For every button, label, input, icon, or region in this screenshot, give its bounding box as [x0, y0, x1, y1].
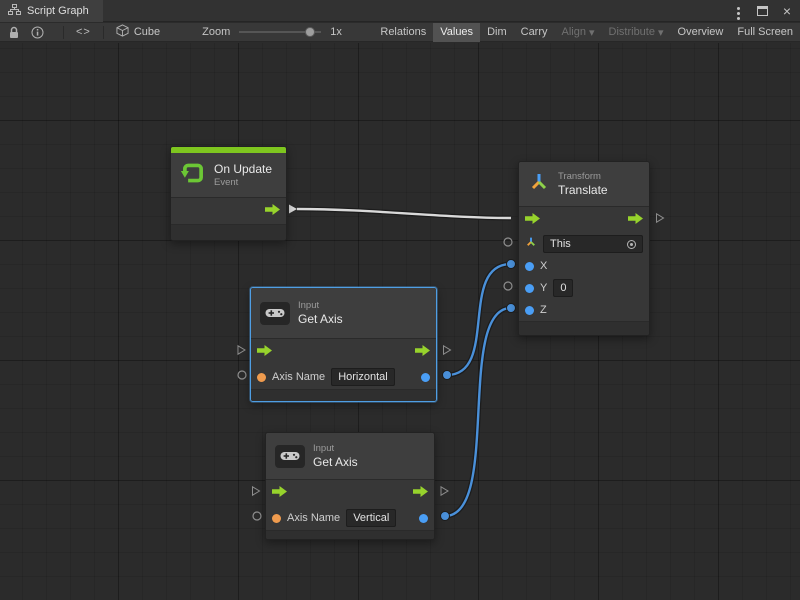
graph-target-button[interactable]: Cube — [116, 24, 160, 40]
axis-name-label: Axis Name — [287, 512, 340, 524]
this-port-marker[interactable] — [504, 238, 512, 246]
node-category: Input — [313, 443, 358, 454]
relations-button[interactable]: Relations — [373, 23, 433, 42]
unity-script-graph-window: Script Graph × <> Cube Zoom 1x — [0, 0, 800, 600]
graph-canvas[interactable]: On Update Event — [0, 43, 800, 600]
x-port-label: X — [540, 260, 547, 272]
node-footer — [519, 321, 649, 335]
transform-axes-icon — [528, 171, 550, 198]
node-title: Get Axis — [298, 312, 343, 326]
wire-endpoint[interactable] — [443, 371, 452, 380]
maximize-icon[interactable] — [757, 6, 768, 16]
axis-name-label: Axis Name — [272, 371, 325, 383]
y-input-port[interactable] — [525, 284, 534, 293]
flow-input-port[interactable] — [272, 484, 287, 502]
node-on-update[interactable]: On Update Event — [170, 146, 287, 241]
zoom-slider[interactable] — [239, 26, 321, 38]
node-header[interactable]: Input Get Axis — [266, 433, 434, 479]
flow-input-port[interactable] — [257, 343, 272, 361]
node-category: Input — [298, 300, 343, 311]
close-icon[interactable]: × — [783, 4, 791, 18]
axis-name-field[interactable]: Vertical — [346, 509, 396, 527]
flow-output-marker-onupdate[interactable] — [289, 205, 297, 214]
chevron-down-icon: ▾ — [658, 26, 664, 39]
dim-button[interactable]: Dim — [480, 23, 514, 42]
flow-input-port[interactable] — [525, 211, 540, 229]
node-header[interactable]: Input Get Axis — [251, 288, 436, 338]
zoom-slider-handle[interactable] — [305, 27, 315, 37]
flow-output-port[interactable] — [415, 343, 430, 361]
script-graph-icon — [8, 4, 21, 18]
flow-output-marker-getaxis-v[interactable] — [441, 487, 448, 495]
axisname-port-marker-h[interactable] — [238, 371, 246, 379]
zoom-label: Zoom — [202, 26, 230, 38]
toolbar-separator — [63, 26, 64, 39]
value-wire-horizontal-to-x[interactable] — [447, 264, 511, 375]
axis-value-output-port[interactable] — [421, 373, 430, 382]
transform-axes-icon — [525, 235, 537, 253]
target-object-name: Cube — [134, 26, 160, 38]
this-object-field[interactable]: This — [543, 235, 643, 253]
code-icon[interactable]: <> — [76, 26, 91, 38]
carry-button[interactable]: Carry — [514, 23, 555, 42]
z-input-port[interactable] — [525, 306, 534, 315]
toolbar-separator — [103, 26, 104, 39]
flow-output-port[interactable] — [413, 484, 428, 502]
titlebar: Script Graph × — [0, 0, 800, 22]
node-get-axis-horizontal[interactable]: Input Get Axis Axis Name Hor — [250, 287, 437, 402]
full-screen-button[interactable]: Full Screen — [730, 23, 800, 42]
window-controls: × — [735, 2, 800, 20]
y-port-marker[interactable] — [504, 282, 512, 290]
y-port-label: Y — [540, 282, 547, 294]
node-title: On Update — [214, 162, 272, 176]
distribute-dropdown[interactable]: Distribute▾ — [602, 23, 671, 42]
info-icon[interactable] — [31, 26, 44, 39]
gamepad-icon — [260, 302, 290, 325]
kebab-menu-icon[interactable] — [735, 2, 742, 20]
node-header[interactable]: On Update Event — [171, 153, 286, 197]
node-header[interactable]: Transform Translate — [519, 162, 649, 206]
wire-endpoint[interactable] — [441, 512, 450, 521]
align-dropdown[interactable]: Align▾ — [555, 23, 602, 42]
node-get-axis-vertical[interactable]: Input Get Axis Axis Name Ver — [265, 432, 435, 540]
flow-output-port[interactable] — [628, 211, 643, 229]
y-value-field[interactable]: 0 — [553, 279, 573, 297]
cube-icon — [116, 24, 129, 40]
on-update-loop-icon — [180, 160, 206, 191]
flow-wire-onupdate-to-translate[interactable] — [297, 209, 511, 218]
wire-endpoint[interactable] — [507, 304, 516, 313]
lock-icon[interactable] — [8, 26, 20, 39]
node-footer — [171, 224, 286, 240]
zoom-value: 1x — [330, 26, 342, 38]
flow-output-port[interactable] — [265, 202, 280, 220]
axis-name-input-port[interactable] — [257, 373, 266, 382]
flow-input-marker-getaxis-v[interactable] — [253, 487, 260, 495]
values-button[interactable]: Values — [433, 23, 480, 42]
wire-endpoint[interactable] — [507, 260, 516, 269]
node-category: Transform — [558, 171, 608, 182]
node-subtitle: Event — [214, 177, 272, 188]
node-title: Get Axis — [313, 455, 358, 469]
tab-script-graph[interactable]: Script Graph — [0, 0, 103, 22]
axis-name-field[interactable]: Horizontal — [331, 368, 395, 386]
flow-input-marker-getaxis-h[interactable] — [238, 346, 245, 354]
node-title: Translate — [558, 183, 608, 197]
graph-toolbar: <> Cube Zoom 1x Relations Values Dim Car… — [0, 23, 800, 42]
node-footer — [266, 530, 434, 539]
node-translate[interactable]: Transform Translate — [518, 161, 650, 336]
gamepad-icon — [275, 445, 305, 468]
axis-value-output-port[interactable] — [419, 514, 428, 523]
x-input-port[interactable] — [525, 262, 534, 271]
overview-button[interactable]: Overview — [671, 23, 731, 42]
node-footer — [251, 389, 436, 401]
tab-label: Script Graph — [27, 5, 89, 17]
axisname-port-marker-v[interactable] — [253, 512, 261, 520]
flow-output-marker-translate[interactable] — [657, 214, 664, 222]
z-port-label: Z — [540, 304, 547, 316]
target-icon[interactable] — [627, 240, 636, 249]
axis-name-input-port[interactable] — [272, 514, 281, 523]
chevron-down-icon: ▾ — [589, 26, 595, 39]
flow-output-marker-getaxis-h[interactable] — [444, 346, 451, 354]
toolbar-buttons: Relations Values Dim Carry Align▾ Distri… — [373, 23, 800, 42]
